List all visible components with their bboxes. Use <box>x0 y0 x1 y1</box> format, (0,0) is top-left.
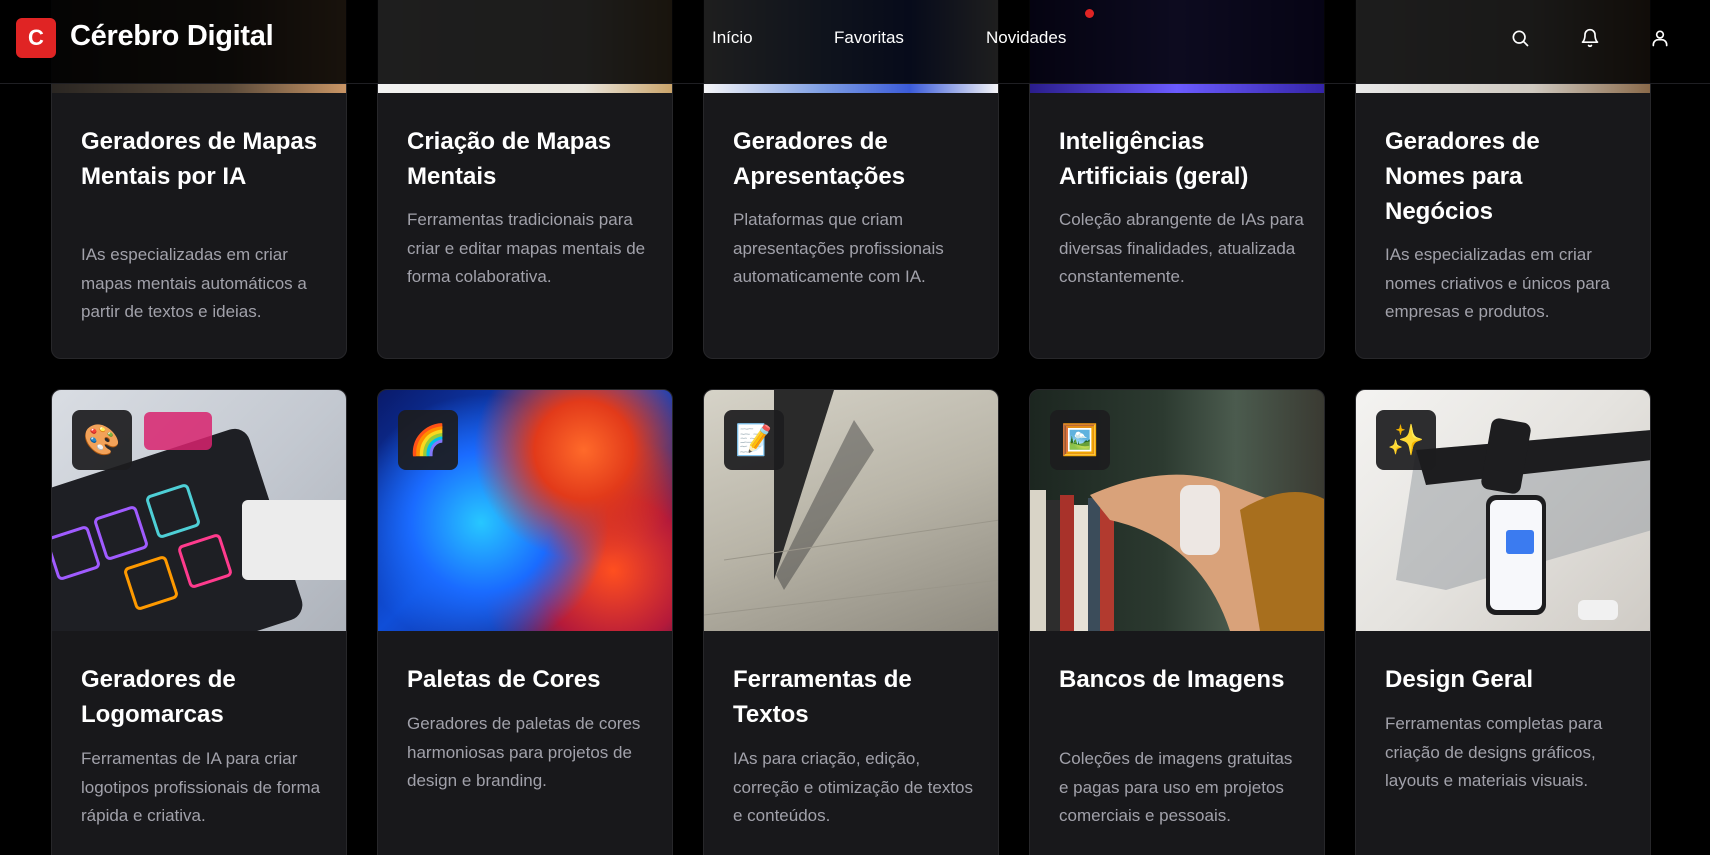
card-image: 🎨 <box>52 390 346 631</box>
nav-favoritas[interactable]: Favoritas <box>834 28 904 48</box>
card-title: Geradores de Nomes para Negócios <box>1385 128 1540 225</box>
card-description: IAs especializadas em criar mapas mentai… <box>81 245 307 321</box>
card-bancos-imagens[interactable]: 🖼️ Bancos de Imagens Coleções de imagens… <box>1029 389 1325 855</box>
sparkles-icon: ✨ <box>1376 410 1436 470</box>
card-description: Plataformas que criam apresentações prof… <box>733 210 944 286</box>
card-title: Inteligências Artificiais (geral) <box>1059 128 1249 190</box>
card-ferramentas-textos[interactable]: 📝 Ferramentas de Textos IAs para criação… <box>703 389 999 855</box>
card-image: 🌈 <box>378 390 672 631</box>
card-geradores-logomarcas[interactable]: 🎨 Geradores de Logomarcas Ferramentas de… <box>51 389 347 855</box>
card-title: Criação de Mapas Mentais <box>407 128 612 190</box>
card-description: Coleções de imagens gratuitas e pagas pa… <box>1059 749 1293 825</box>
logo-badge[interactable]: C <box>16 18 56 58</box>
memo-icon: 📝 <box>724 410 784 470</box>
card-title: Geradores de Mapas Mentais por IA <box>81 128 318 190</box>
search-icon[interactable] <box>1506 24 1534 52</box>
card-image: 📝 <box>704 390 998 631</box>
user-icon[interactable] <box>1646 24 1674 52</box>
app-title[interactable]: Cérebro Digital <box>70 20 274 53</box>
palette-icon: 🎨 <box>72 410 132 470</box>
card-title: Design Geral <box>1385 666 1534 693</box>
card-description: Ferramentas completas para criação de de… <box>1385 714 1603 790</box>
card-title: Geradores de Apresentações <box>733 128 906 190</box>
card-image: 🖼️ <box>1030 390 1324 631</box>
card-description: Coleção abrangente de IAs para diversas … <box>1059 210 1304 286</box>
card-design-geral[interactable]: ✨ Design Geral Ferramentas completas par… <box>1355 389 1651 855</box>
notification-dot <box>1085 9 1094 18</box>
card-description: Geradores de paletas de cores harmoniosa… <box>407 714 641 790</box>
card-title: Ferramentas de Textos <box>733 666 912 728</box>
card-description: IAs especializadas em criar nomes criati… <box>1385 245 1610 321</box>
rainbow-icon: 🌈 <box>398 410 458 470</box>
card-title: Geradores de Logomarcas <box>81 666 236 728</box>
card-paletas-cores[interactable]: 🌈 Paletas de Cores Geradores de paletas … <box>377 389 673 855</box>
card-image: ✨ <box>1356 390 1650 631</box>
top-header: C Cérebro Digital Início Favoritas Novid… <box>0 0 1710 84</box>
bell-icon[interactable] <box>1576 24 1604 52</box>
card-description: Ferramentas de IA para criar logotipos p… <box>81 749 321 825</box>
card-title: Paletas de Cores <box>407 666 601 693</box>
card-title: Bancos de Imagens <box>1059 666 1285 693</box>
nav-novidades[interactable]: Novidades <box>986 28 1066 48</box>
nav-inicio[interactable]: Início <box>712 28 753 48</box>
framed-picture-icon: 🖼️ <box>1050 410 1110 470</box>
card-description: Ferramentas tradicionais para criar e ed… <box>407 210 646 286</box>
card-description: IAs para criação, edição, correção e oti… <box>733 749 974 825</box>
